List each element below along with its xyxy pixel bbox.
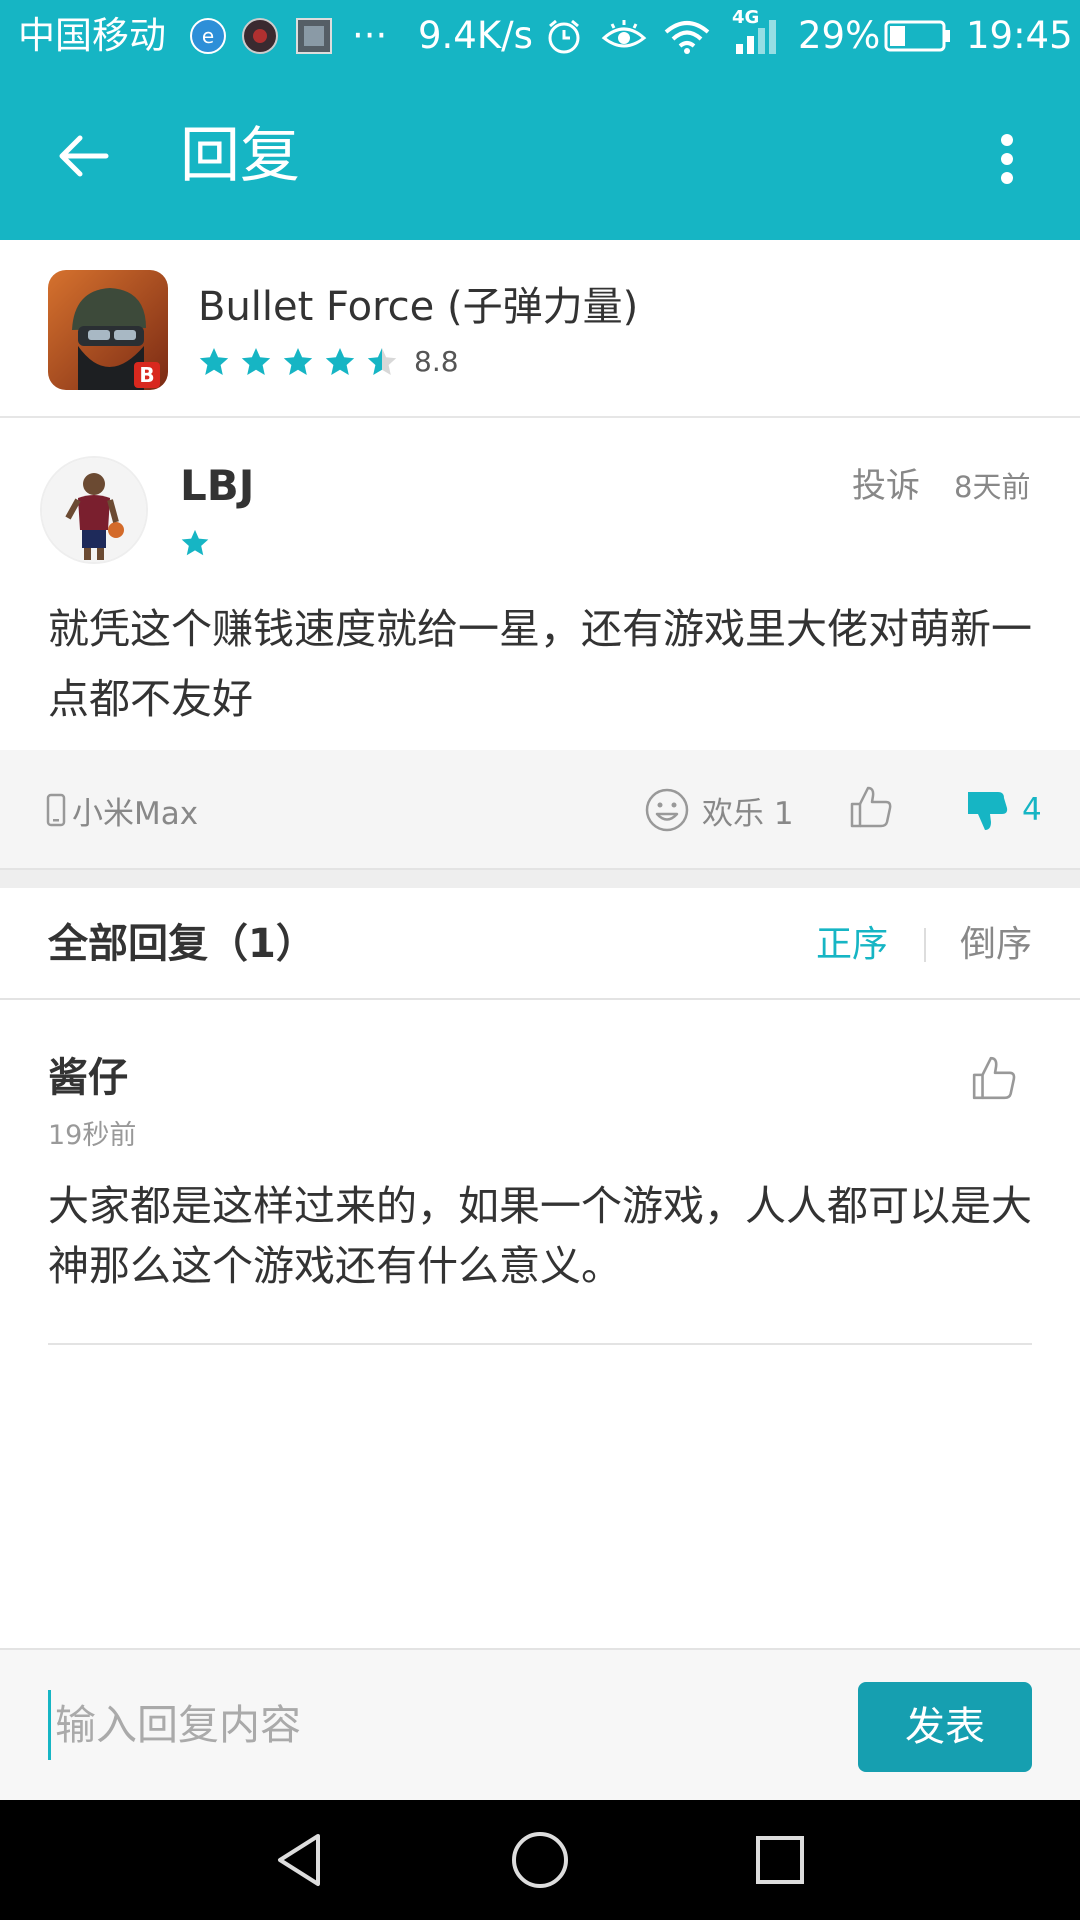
- reply-time: 19秒前: [48, 1120, 137, 1151]
- page-title: 回复: [180, 121, 300, 191]
- back-button[interactable]: [46, 118, 122, 194]
- image-notification-icon: [296, 18, 332, 54]
- list-item: 酱仔 19秒前 大家都是这样过来的，如果一个游戏，人人都可以是大神那么这个游戏还…: [0, 1000, 1080, 1346]
- app-icon: B: [48, 270, 168, 390]
- star-icon: [181, 529, 209, 556]
- nav-recents-icon[interactable]: [748, 1828, 812, 1892]
- eye-comfort-icon: [601, 20, 647, 48]
- reply-input-bar: 发表: [0, 1648, 1080, 1800]
- review-text: 就凭这个赚钱速度就给一星，还有游戏里大佬对萌新一点都不友好: [48, 605, 1032, 723]
- navigation-bar: [0, 1800, 1080, 1920]
- alarm-icon: [548, 19, 580, 54]
- smiley-icon: [645, 788, 689, 832]
- game-notification-icon: [242, 18, 278, 54]
- dislike-count: 4: [1022, 792, 1042, 828]
- review-card: LBJ 投诉 8天前 就凭这个赚钱速度就给一星，还有游戏里大佬对萌新一点都不友好: [0, 420, 1080, 750]
- app-name: Bullet Force (子弹力量): [198, 284, 639, 330]
- reply-text: 大家都是这样过来的，如果一个游戏，人人都可以是大神那么这个游戏还有什么意义。: [48, 1182, 1032, 1290]
- arrow-left-icon: [59, 135, 109, 177]
- reply-user-name[interactable]: 酱仔: [48, 1052, 128, 1104]
- star-icon: [199, 348, 229, 375]
- sort-ascending-tab[interactable]: 正序: [816, 922, 888, 968]
- nav-back-icon[interactable]: [268, 1828, 332, 1892]
- reply-input[interactable]: [48, 1690, 815, 1760]
- app-rating-stars: [198, 344, 408, 380]
- happy-reaction-button[interactable]: 欢乐 1: [644, 786, 794, 834]
- avatar[interactable]: [40, 456, 148, 564]
- svg-text:B: B: [139, 363, 154, 387]
- clock: 19:45: [966, 14, 1073, 57]
- section-gap: [0, 870, 1080, 888]
- dislike-button[interactable]: 4: [966, 786, 1042, 834]
- more-options-button[interactable]: [982, 124, 1032, 194]
- app-info[interactable]: B Bullet Force (子弹力量) 8.8: [0, 240, 1080, 418]
- divider: [48, 1343, 1032, 1345]
- star-icon: [283, 348, 313, 375]
- wifi-icon: [664, 21, 710, 54]
- toolbar: 回复: [0, 72, 1080, 240]
- replies-title: 全部回复（1）: [48, 921, 316, 967]
- status-bar: 中国移动 e ··· 9.4K/s 4G 29% 19:45: [0, 0, 1080, 72]
- review-action-bar: 小米Max 欢乐 1 4: [0, 750, 1080, 870]
- star-icon: [367, 348, 397, 375]
- device-name: 小米Max: [72, 795, 199, 832]
- battery-icon: [884, 20, 950, 52]
- app-score: 8.8: [414, 345, 459, 378]
- browser-notification-icon: e: [190, 18, 226, 54]
- device-info: 小米Max: [46, 788, 198, 832]
- carrier-name: 中国移动: [18, 14, 166, 57]
- report-link[interactable]: 投诉: [852, 464, 920, 508]
- nav-home-icon[interactable]: [508, 1828, 572, 1892]
- review-time: 8天前: [954, 470, 1031, 504]
- thumbs-down-icon: [968, 792, 1008, 830]
- sort-descending-tab[interactable]: 倒序: [960, 922, 1032, 968]
- svg-text:e: e: [202, 24, 214, 48]
- happy-count: 欢乐 1: [702, 795, 794, 832]
- star-icon: [325, 348, 355, 375]
- phone-icon: [46, 793, 66, 827]
- thumbs-up-icon[interactable]: [848, 784, 894, 830]
- network-speed: 9.4K/s: [418, 14, 533, 57]
- review-rating-stars: [180, 528, 220, 562]
- signal-icon: [736, 20, 776, 54]
- submit-button[interactable]: 发表: [858, 1682, 1032, 1772]
- sort-divider: [924, 928, 926, 962]
- replies-header: 全部回复（1） 正序 倒序: [0, 888, 1080, 1000]
- star-icon: [241, 348, 271, 375]
- more-notifications: ···: [352, 14, 388, 57]
- more-vertical-icon: [1001, 134, 1013, 184]
- reviewer-name[interactable]: LBJ: [180, 460, 254, 512]
- battery-percent: 29%: [798, 14, 881, 57]
- thumbs-up-icon[interactable]: [970, 1054, 1018, 1102]
